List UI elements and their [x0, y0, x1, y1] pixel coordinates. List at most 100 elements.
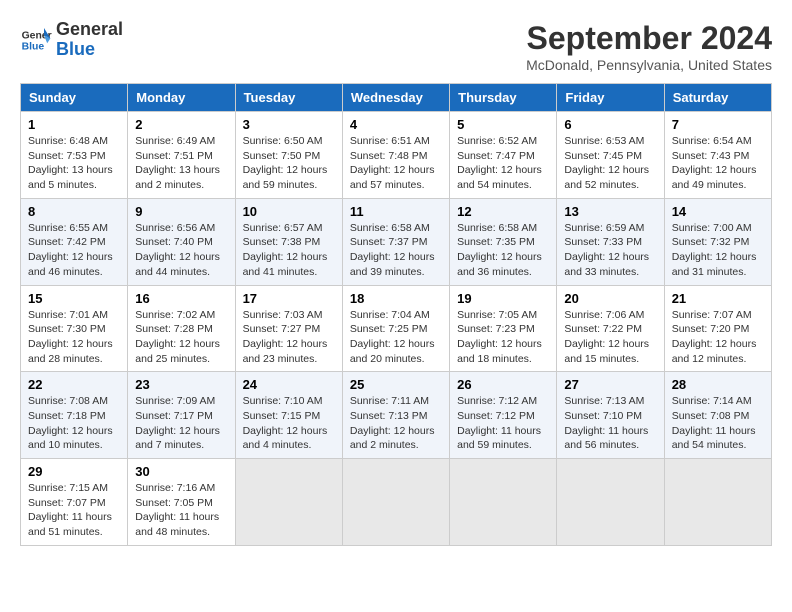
calendar-cell: 13 Sunrise: 6:59 AM Sunset: 7:33 PM Dayli…	[557, 198, 664, 285]
calendar-cell: 20 Sunrise: 7:06 AM Sunset: 7:22 PM Dayli…	[557, 285, 664, 372]
calendar-cell: 9 Sunrise: 6:56 AM Sunset: 7:40 PM Daylig…	[128, 198, 235, 285]
day-info: Sunrise: 6:53 AM Sunset: 7:45 PM Dayligh…	[564, 134, 656, 193]
day-info: Sunrise: 7:02 AM Sunset: 7:28 PM Dayligh…	[135, 308, 227, 367]
day-info: Sunrise: 7:00 AM Sunset: 7:32 PM Dayligh…	[672, 221, 764, 280]
day-info: Sunrise: 7:04 AM Sunset: 7:25 PM Dayligh…	[350, 308, 442, 367]
calendar-cell: 4 Sunrise: 6:51 AM Sunset: 7:48 PM Daylig…	[342, 112, 449, 199]
calendar-cell: 2 Sunrise: 6:49 AM Sunset: 7:51 PM Daylig…	[128, 112, 235, 199]
location: McDonald, Pennsylvania, United States	[526, 57, 772, 73]
day-number: 19	[457, 291, 549, 306]
day-number: 16	[135, 291, 227, 306]
day-info: Sunrise: 6:58 AM Sunset: 7:35 PM Dayligh…	[457, 221, 549, 280]
calendar-cell: 15Sunrise: 7:01 AM Sunset: 7:30 PM Dayli…	[21, 285, 128, 372]
calendar-week-row: 15Sunrise: 7:01 AM Sunset: 7:30 PM Dayli…	[21, 285, 772, 372]
day-info: Sunrise: 7:14 AM Sunset: 7:08 PM Dayligh…	[672, 394, 764, 453]
calendar-cell: 12Sunrise: 6:58 AM Sunset: 7:35 PM Dayli…	[450, 198, 557, 285]
day-number: 11	[350, 204, 442, 219]
day-number: 17	[243, 291, 335, 306]
calendar-week-row: 22Sunrise: 7:08 AM Sunset: 7:18 PM Dayli…	[21, 372, 772, 459]
calendar-week-row: 1Sunrise: 6:48 AM Sunset: 7:53 PM Daylig…	[21, 112, 772, 199]
calendar-cell: 7 Sunrise: 6:54 AM Sunset: 7:43 PM Daylig…	[664, 112, 771, 199]
month-title: September 2024	[526, 20, 772, 57]
weekday-header-tuesday: Tuesday	[235, 84, 342, 112]
day-info: Sunrise: 7:01 AM Sunset: 7:30 PM Dayligh…	[28, 308, 120, 367]
calendar-cell: 17 Sunrise: 7:03 AM Sunset: 7:27 PM Dayli…	[235, 285, 342, 372]
calendar-cell: 25Sunrise: 7:11 AM Sunset: 7:13 PM Dayli…	[342, 372, 449, 459]
calendar-cell: 28 Sunrise: 7:14 AM Sunset: 7:08 PM Dayli…	[664, 372, 771, 459]
day-number: 3	[243, 117, 335, 132]
day-info: Sunrise: 7:03 AM Sunset: 7:27 PM Dayligh…	[243, 308, 335, 367]
day-info: Sunrise: 6:55 AM Sunset: 7:42 PM Dayligh…	[28, 221, 120, 280]
weekday-header-row: SundayMondayTuesdayWednesdayThursdayFrid…	[21, 84, 772, 112]
day-info: Sunrise: 7:15 AM Sunset: 7:07 PM Dayligh…	[28, 481, 120, 540]
day-number: 26	[457, 377, 549, 392]
day-number: 7	[672, 117, 764, 132]
calendar-cell: 10 Sunrise: 6:57 AM Sunset: 7:38 PM Dayli…	[235, 198, 342, 285]
day-number: 2	[135, 117, 227, 132]
day-info: Sunrise: 6:56 AM Sunset: 7:40 PM Dayligh…	[135, 221, 227, 280]
calendar-cell: 26 Sunrise: 7:12 AM Sunset: 7:12 PM Dayli…	[450, 372, 557, 459]
day-info: Sunrise: 6:51 AM Sunset: 7:48 PM Dayligh…	[350, 134, 442, 193]
day-info: Sunrise: 6:57 AM Sunset: 7:38 PM Dayligh…	[243, 221, 335, 280]
weekday-header-monday: Monday	[128, 84, 235, 112]
calendar-cell	[557, 459, 664, 546]
calendar-cell	[342, 459, 449, 546]
calendar-cell: 5 Sunrise: 6:52 AM Sunset: 7:47 PM Daylig…	[450, 112, 557, 199]
calendar-cell	[664, 459, 771, 546]
day-info: Sunrise: 6:54 AM Sunset: 7:43 PM Dayligh…	[672, 134, 764, 193]
day-number: 9	[135, 204, 227, 219]
day-number: 13	[564, 204, 656, 219]
day-number: 6	[564, 117, 656, 132]
day-info: Sunrise: 7:13 AM Sunset: 7:10 PM Dayligh…	[564, 394, 656, 453]
calendar-week-row: 29 Sunrise: 7:15 AM Sunset: 7:07 PM Dayli…	[21, 459, 772, 546]
calendar-cell: 21Sunrise: 7:07 AM Sunset: 7:20 PM Dayli…	[664, 285, 771, 372]
day-info: Sunrise: 6:58 AM Sunset: 7:37 PM Dayligh…	[350, 221, 442, 280]
calendar-cell: 3Sunrise: 6:50 AM Sunset: 7:50 PM Daylig…	[235, 112, 342, 199]
weekday-header-friday: Friday	[557, 84, 664, 112]
day-info: Sunrise: 7:05 AM Sunset: 7:23 PM Dayligh…	[457, 308, 549, 367]
day-number: 29	[28, 464, 120, 479]
calendar-cell: 29 Sunrise: 7:15 AM Sunset: 7:07 PM Dayli…	[21, 459, 128, 546]
weekday-header-thursday: Thursday	[450, 84, 557, 112]
day-info: Sunrise: 7:16 AM Sunset: 7:05 PM Dayligh…	[135, 481, 227, 540]
calendar-cell	[235, 459, 342, 546]
day-number: 20	[564, 291, 656, 306]
calendar-week-row: 8 Sunrise: 6:55 AM Sunset: 7:42 PM Daylig…	[21, 198, 772, 285]
calendar-cell: 14Sunrise: 7:00 AM Sunset: 7:32 PM Dayli…	[664, 198, 771, 285]
calendar-cell: 24Sunrise: 7:10 AM Sunset: 7:15 PM Dayli…	[235, 372, 342, 459]
day-number: 8	[28, 204, 120, 219]
day-number: 5	[457, 117, 549, 132]
logo-name: General Blue	[56, 20, 123, 60]
logo: General Blue General Blue	[20, 20, 123, 60]
day-info: Sunrise: 7:12 AM Sunset: 7:12 PM Dayligh…	[457, 394, 549, 453]
calendar-cell: 19 Sunrise: 7:05 AM Sunset: 7:23 PM Dayli…	[450, 285, 557, 372]
day-info: Sunrise: 6:59 AM Sunset: 7:33 PM Dayligh…	[564, 221, 656, 280]
day-number: 25	[350, 377, 442, 392]
svg-text:Blue: Blue	[22, 41, 45, 52]
day-number: 24	[243, 377, 335, 392]
calendar-cell: 8 Sunrise: 6:55 AM Sunset: 7:42 PM Daylig…	[21, 198, 128, 285]
day-number: 23	[135, 377, 227, 392]
day-info: Sunrise: 6:49 AM Sunset: 7:51 PM Dayligh…	[135, 134, 227, 193]
calendar-cell: 11 Sunrise: 6:58 AM Sunset: 7:37 PM Dayli…	[342, 198, 449, 285]
calendar-cell: 23 Sunrise: 7:09 AM Sunset: 7:17 PM Dayli…	[128, 372, 235, 459]
day-info: Sunrise: 7:08 AM Sunset: 7:18 PM Dayligh…	[28, 394, 120, 453]
calendar-cell: 22Sunrise: 7:08 AM Sunset: 7:18 PM Dayli…	[21, 372, 128, 459]
calendar-cell: 18 Sunrise: 7:04 AM Sunset: 7:25 PM Dayli…	[342, 285, 449, 372]
day-info: Sunrise: 6:52 AM Sunset: 7:47 PM Dayligh…	[457, 134, 549, 193]
day-number: 30	[135, 464, 227, 479]
day-number: 28	[672, 377, 764, 392]
weekday-header-wednesday: Wednesday	[342, 84, 449, 112]
day-info: Sunrise: 6:48 AM Sunset: 7:53 PM Dayligh…	[28, 134, 120, 193]
day-number: 4	[350, 117, 442, 132]
calendar-cell: 27 Sunrise: 7:13 AM Sunset: 7:10 PM Dayli…	[557, 372, 664, 459]
title-block: September 2024 McDonald, Pennsylvania, U…	[526, 20, 772, 73]
page-header: General Blue General Blue September 2024…	[20, 20, 772, 73]
day-info: Sunrise: 7:09 AM Sunset: 7:17 PM Dayligh…	[135, 394, 227, 453]
calendar-cell: 6 Sunrise: 6:53 AM Sunset: 7:45 PM Daylig…	[557, 112, 664, 199]
day-number: 10	[243, 204, 335, 219]
day-info: Sunrise: 7:06 AM Sunset: 7:22 PM Dayligh…	[564, 308, 656, 367]
day-number: 27	[564, 377, 656, 392]
calendar-cell: 16 Sunrise: 7:02 AM Sunset: 7:28 PM Dayli…	[128, 285, 235, 372]
day-number: 18	[350, 291, 442, 306]
